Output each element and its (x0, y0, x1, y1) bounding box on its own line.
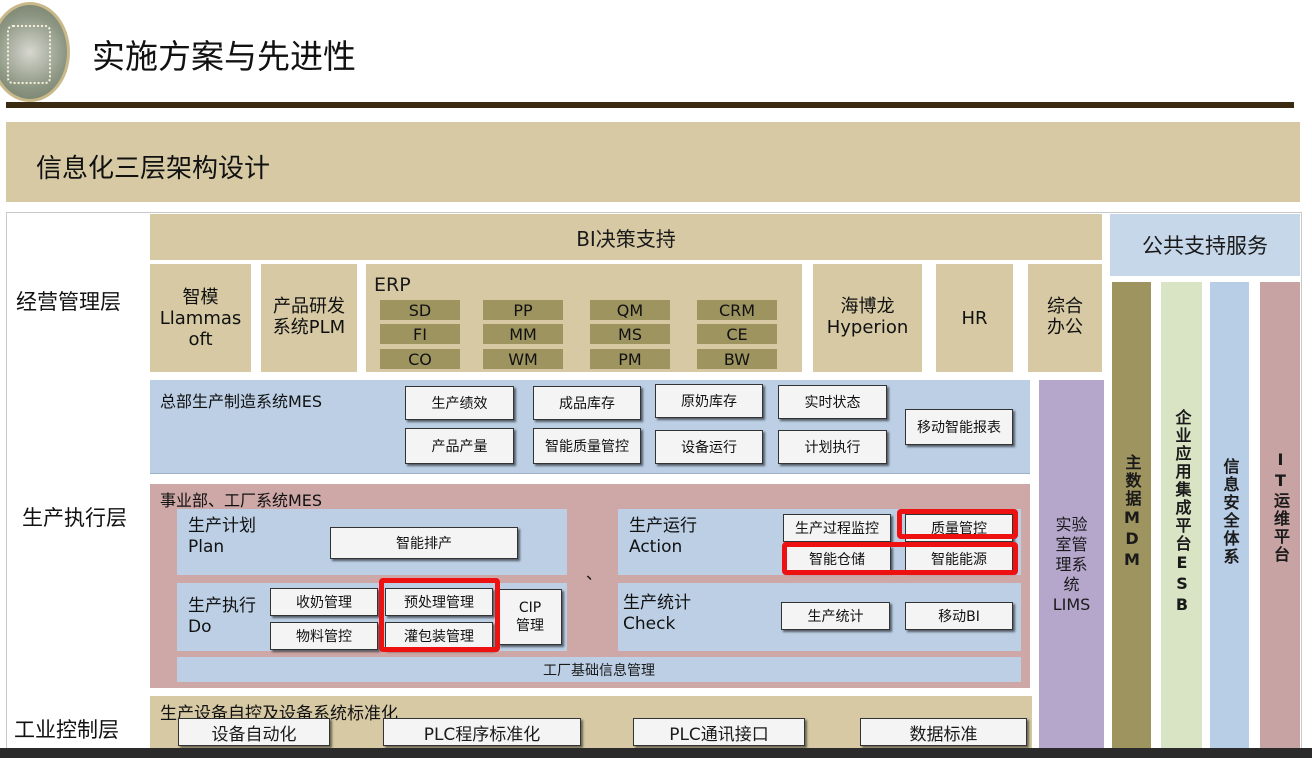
bi-decision-bar: BI决策支持 (150, 214, 1102, 260)
esb-label: 企业应用集成平台ESB (1172, 408, 1192, 616)
title-divider (6, 102, 1294, 108)
layer-label-business: 经营管理层 (16, 290, 121, 314)
public-support-title: 公共支持服务 (1110, 214, 1300, 276)
mdm-label: 主数据MDM (1122, 453, 1142, 571)
btn-plc-standard[interactable]: PLC程序标准化 (383, 718, 581, 746)
it-ops-column: IT运维平台 (1260, 282, 1300, 750)
plant-mes-label: 事业部、工厂系统MES (160, 491, 323, 510)
hq-btn-output[interactable]: 产品产量 (405, 428, 514, 464)
plm-box: 产品研发 系统PLM (261, 264, 357, 372)
btn-device-automation[interactable]: 设备自动化 (178, 718, 330, 746)
hq-btn-realtime[interactable]: 实时状态 (778, 385, 887, 419)
hq-btn-finished-stock[interactable]: 成品库存 (533, 386, 641, 420)
erp-module-wm: WM (483, 349, 563, 369)
btn-milk-receiving[interactable]: 收奶管理 (270, 588, 378, 616)
erp-module-ce: CE (697, 324, 777, 344)
btn-plc-interface[interactable]: PLC通讯接口 (633, 718, 805, 746)
layer-label-execution: 生产执行层 (22, 506, 127, 530)
btn-mobile-bi[interactable]: 移动BI (905, 602, 1013, 630)
hr-box: HR (936, 264, 1013, 372)
erp-box: ERP SD PP QM CRM FI MM MS CE CO WM PM BW (366, 264, 802, 372)
erp-module-bw: BW (697, 349, 777, 369)
esb-column: 企业应用集成平台ESB (1161, 282, 1202, 750)
office-box: 综合 办公 (1028, 264, 1102, 372)
do-label: 生产执行 Do (188, 596, 256, 637)
erp-module-co: CO (380, 349, 460, 369)
section-title: 信息化三层架构设计 (36, 154, 271, 184)
lims-column: 实验 室管 理系 统 LIMS (1039, 380, 1104, 750)
security-label: 信息安全体系 (1220, 458, 1240, 566)
base-info-bar: 工厂基础信息管理 (177, 657, 1021, 682)
bottom-strip (0, 748, 1312, 758)
erp-module-pp: PP (483, 300, 563, 320)
check-label: 生产统计 Check (623, 593, 691, 634)
btn-production-stats[interactable]: 生产统计 (781, 602, 890, 630)
hq-btn-performance[interactable]: 生产绩效 (405, 386, 514, 420)
highlight-quality (897, 509, 1018, 539)
erp-title: ERP (374, 274, 411, 296)
hq-btn-milk-stock[interactable]: 原奶库存 (655, 384, 763, 418)
security-column: 信息安全体系 (1210, 282, 1249, 750)
hyperion-box: 海博龙 Hyperion (813, 264, 922, 372)
highlight-warehouse-energy (782, 542, 1018, 575)
page-title: 实施方案与先进性 (92, 37, 356, 76)
hq-btn-equipment[interactable]: 设备运行 (655, 430, 763, 464)
hq-btn-plan-exec[interactable]: 计划执行 (778, 430, 887, 464)
erp-module-fi: FI (380, 324, 460, 344)
erp-module-qm: QM (590, 300, 670, 320)
erp-module-ms: MS (590, 324, 670, 344)
btn-smart-scheduling[interactable]: 智能排产 (330, 527, 518, 559)
highlight-do (379, 578, 500, 652)
erp-module-pm: PM (590, 349, 670, 369)
btn-data-standard[interactable]: 数据标准 (860, 718, 1027, 746)
layer-label-control: 工业控制层 (14, 718, 119, 742)
btn-process-monitor[interactable]: 生产过程监控 (783, 514, 891, 542)
hq-btn-mobile-report[interactable]: 移动智能报表 (905, 409, 1013, 445)
erp-module-crm: CRM (697, 300, 777, 320)
btn-material-control[interactable]: 物料管控 (270, 622, 378, 650)
hq-mes-label: 总部生产制造系统MES (160, 392, 323, 411)
erp-module-mm: MM (483, 324, 563, 344)
it-ops-label: IT运维平台 (1271, 450, 1290, 564)
plan-label: 生产计划 Plan (188, 516, 256, 557)
erp-module-sd: SD (380, 300, 460, 320)
mdm-column: 主数据MDM (1112, 282, 1151, 750)
btn-cip[interactable]: CIP 管理 (498, 589, 562, 645)
hq-btn-quality[interactable]: 智能质量管控 (533, 428, 641, 464)
separator-mark: 、 (586, 564, 603, 583)
llamasoft-box: 智模 Llammas oft (150, 264, 251, 372)
action-label: 生产运行 Action (629, 516, 697, 557)
logo-icon (0, 2, 70, 102)
